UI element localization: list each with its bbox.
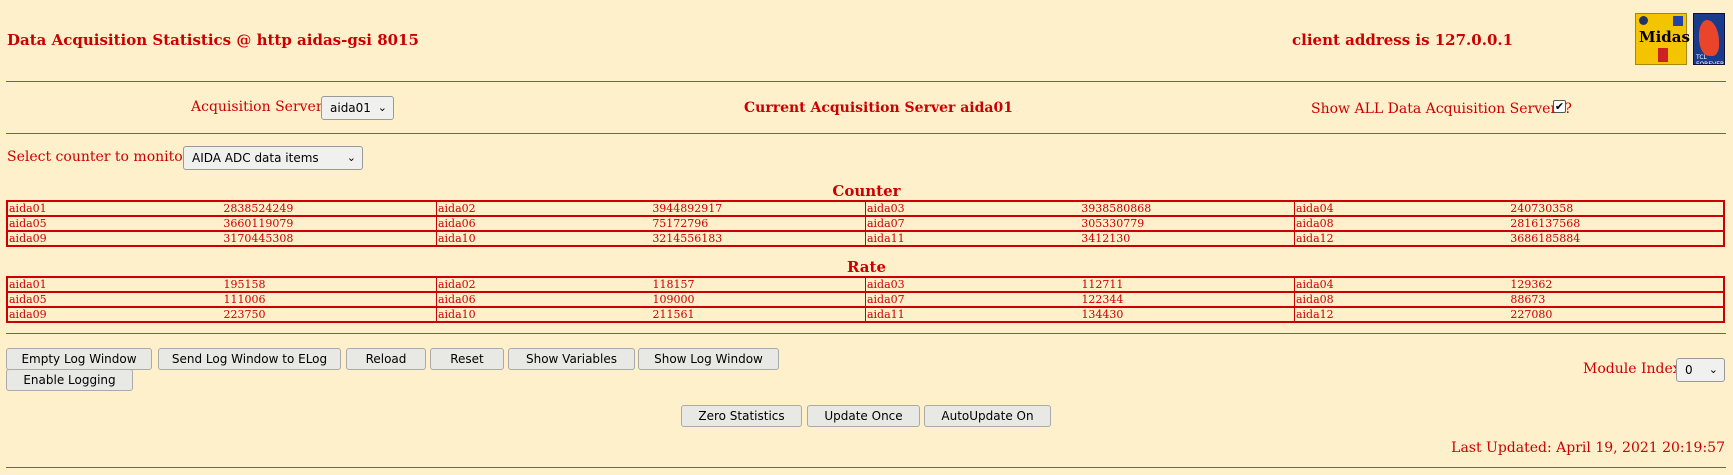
server-name-cell: aida07 xyxy=(865,216,1081,232)
module-index-label: Module Index xyxy=(1583,361,1681,377)
counter-value-cell: 3412130 xyxy=(1080,231,1295,246)
rate-value-cell: 88673 xyxy=(1509,292,1724,308)
server-name-cell: aida08 xyxy=(1294,292,1510,308)
flame-icon xyxy=(1699,20,1719,56)
current-acquisition-server: Current Acquisition Server aida01 xyxy=(744,100,1013,116)
counter-table: aida01 2838524249 aida02 3944892917 aida03 39… xyxy=(6,200,1725,247)
counter-value-cell: 75172796 xyxy=(651,216,866,232)
counter-value-cell: 305330779 xyxy=(1080,216,1295,232)
rate-value-cell: 129362 xyxy=(1509,277,1724,293)
logo-shield-icon xyxy=(1673,16,1683,26)
show-log-window-button[interactable]: Show Log Window xyxy=(638,348,779,370)
zero-statistics-button[interactable]: Zero Statistics xyxy=(681,405,802,427)
server-name-cell: aida02 xyxy=(436,277,652,293)
server-name-cell: aida05 xyxy=(7,292,223,308)
counter-value-cell: 3170445308 xyxy=(222,231,437,246)
counter-value-cell: 3938580868 xyxy=(1080,201,1295,217)
server-name-cell: aida10 xyxy=(437,308,476,321)
rate-heading: Rate xyxy=(846,258,886,276)
table-row: aida01 195158 aida02 118157 aida03 112711 aida… xyxy=(7,277,1724,293)
rate-value-cell: 112711 xyxy=(1080,277,1295,293)
divider xyxy=(6,133,1726,134)
server-name-cell: aida08 xyxy=(1294,216,1510,232)
chevron-down-icon: ⌄ xyxy=(377,101,387,114)
counter-value-cell: 240730358 xyxy=(1509,201,1724,217)
table-row: aida05 3660119079 aida06 75172796 aida07 3053… xyxy=(7,216,1724,232)
server-name-cell: aida06 xyxy=(436,216,652,232)
server-name-cell: aida09 xyxy=(9,232,47,245)
server-name-cell: aida05 xyxy=(7,216,223,232)
counter-heading: Counter xyxy=(832,182,901,200)
rate-value-cell: 118157 xyxy=(651,277,866,293)
counter-value-cell: 3214556183 xyxy=(651,231,866,246)
counter-value-cell: 3660119079 xyxy=(222,216,437,232)
module-index-value: 0 xyxy=(1685,363,1693,377)
chevron-down-icon: ⌄ xyxy=(1708,363,1718,376)
client-address: client address is 127.0.0.1 xyxy=(1292,31,1514,49)
reset-button[interactable]: Reset xyxy=(430,348,504,370)
divider xyxy=(6,333,1726,334)
server-name-cell: aida04 xyxy=(1294,201,1510,217)
reload-button[interactable]: Reload xyxy=(346,348,426,370)
counter-select-label: Select counter to monitor xyxy=(7,149,190,165)
server-name-cell: aida03 xyxy=(865,201,1081,217)
show-all-servers-checkbox[interactable]: ✔ xyxy=(1553,100,1566,113)
rate-value-cell: 195158 xyxy=(222,277,437,293)
counter-value-cell: 2816137568 xyxy=(1509,216,1724,232)
acquisition-server-value: aida01 xyxy=(330,101,371,115)
midas-logo-text: Midas xyxy=(1639,28,1690,46)
autoupdate-button[interactable]: AutoUpdate On xyxy=(924,405,1051,427)
table-row: aida09 223750 aida10 211561 aida11 134430 aida… xyxy=(7,307,1724,322)
server-name-cell: aida06 xyxy=(436,292,652,308)
rate-value-cell: 111006 xyxy=(222,292,437,308)
enable-logging-button[interactable]: Enable Logging xyxy=(6,369,133,391)
server-name-cell: aida01 xyxy=(7,201,223,217)
counter-value-cell: 2838524249 xyxy=(222,201,437,217)
midas-logo: Midas xyxy=(1635,13,1690,65)
show-variables-button[interactable]: Show Variables xyxy=(508,348,635,370)
counter-value-cell: 3944892917 xyxy=(651,201,866,217)
table-row: aida09 3170445308 aida10 3214556183 aida11 34… xyxy=(7,231,1724,246)
server-name-cell: aida12 xyxy=(1295,308,1334,321)
divider xyxy=(6,467,1726,468)
counter-select-value: AIDA ADC data items xyxy=(192,151,319,165)
server-name-cell: aida12 xyxy=(1295,232,1334,245)
table-row: aida01 2838524249 aida02 3944892917 aida03 39… xyxy=(7,201,1724,217)
counter-value-cell: 3686185884 xyxy=(1510,232,1581,245)
rate-value-cell: 122344 xyxy=(1080,292,1295,308)
page-title: Data Acquisition Statistics @ http aidas… xyxy=(7,31,419,49)
server-name-cell: aida04 xyxy=(1294,277,1510,293)
update-once-button[interactable]: Update Once xyxy=(807,405,920,427)
tcl-logo-text: TCL FOREVER xyxy=(1696,54,1725,65)
table-row: aida05 111006 aida06 109000 aida07 122344 aida… xyxy=(7,292,1724,308)
server-name-cell: aida11 xyxy=(866,308,905,321)
counter-select[interactable]: AIDA ADC data items ⌄ xyxy=(183,146,363,170)
server-name-cell: aida11 xyxy=(866,232,905,245)
logo-emblem-icon xyxy=(1639,16,1648,25)
module-index-select[interactable]: 0 ⌄ xyxy=(1676,358,1725,382)
acquisition-server-select[interactable]: aida01 ⌄ xyxy=(321,96,394,120)
server-name-cell: aida01 xyxy=(7,277,223,293)
server-name-cell: aida02 xyxy=(436,201,652,217)
rate-table: aida01 195158 aida02 118157 aida03 112711 aida… xyxy=(6,276,1725,323)
rate-value-cell: 223750 xyxy=(222,307,437,322)
show-all-servers-label: Show ALL Data Acquisition Servers? xyxy=(1311,101,1572,117)
rate-value-cell: 109000 xyxy=(651,292,866,308)
acquisition-servers-label: Acquisition Servers xyxy=(191,99,330,115)
rate-value-cell: 227080 xyxy=(1510,308,1553,321)
rate-value-cell: 134430 xyxy=(1080,307,1295,322)
server-name-cell: aida03 xyxy=(865,277,1081,293)
tcl-logo: TCL FOREVER xyxy=(1693,13,1725,65)
server-name-cell: aida09 xyxy=(9,308,47,321)
divider xyxy=(6,81,1726,82)
chevron-down-icon: ⌄ xyxy=(346,151,356,164)
last-updated: Last Updated: April 19, 2021 20:19:57 xyxy=(1451,440,1725,456)
server-name-cell: aida10 xyxy=(437,232,476,245)
logo-badge-icon xyxy=(1658,48,1668,62)
send-log-to-elog-button[interactable]: Send Log Window to ELog xyxy=(158,348,341,370)
rate-value-cell: 211561 xyxy=(651,307,866,322)
server-name-cell: aida07 xyxy=(865,292,1081,308)
empty-log-window-button[interactable]: Empty Log Window xyxy=(6,348,152,370)
